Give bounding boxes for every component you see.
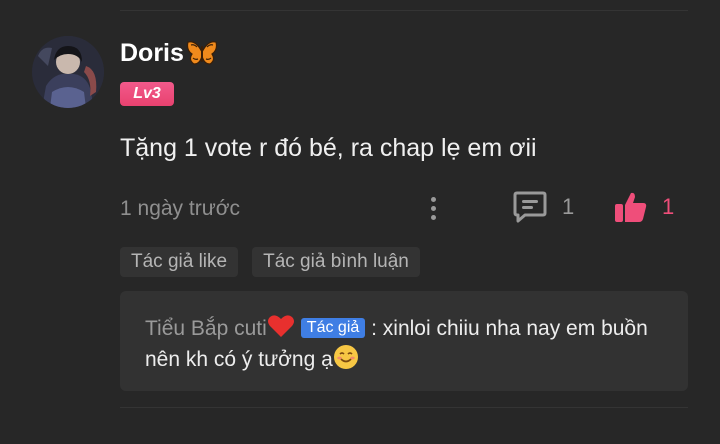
more-vertical-icon-dot	[430, 205, 436, 211]
comment-text: Tặng 1 vote r đó bé, ra chap lẹ em ơii	[120, 134, 537, 162]
more-vertical-icon	[430, 196, 436, 202]
heart-icon	[267, 315, 294, 337]
level-badge: Lv3	[120, 82, 174, 106]
butterfly-icon	[186, 41, 218, 65]
reply-author[interactable]: Tiểu Bắp cuti	[145, 317, 267, 340]
reply-count: 1	[562, 194, 575, 219]
reply-box[interactable]: Tiểu Bắp cuti Tác giả : xinloi chiiu nha …	[120, 291, 688, 391]
like-count: 1	[662, 194, 675, 219]
bottom-divider	[120, 407, 688, 408]
more-vertical-icon-dot	[430, 214, 436, 220]
tag-list: Tác giả like Tác giả bình luận	[120, 247, 420, 277]
smile-emoji-icon	[333, 345, 358, 369]
author-badge: Tác giả	[300, 318, 366, 338]
more-options-button[interactable]	[422, 192, 444, 224]
username[interactable]: Doris	[120, 38, 218, 68]
username-text: Doris	[120, 38, 184, 67]
comment-icon	[513, 191, 547, 223]
tag-author-like[interactable]: Tác giả like	[120, 247, 239, 277]
reply-separator: :	[365, 317, 383, 340]
timestamp: 1 ngày trước	[120, 197, 241, 220]
thumbs-up-icon	[615, 192, 647, 222]
like-button[interactable]: 1	[614, 191, 674, 223]
tag-author-commented[interactable]: Tác giả bình luận	[252, 247, 420, 277]
top-divider	[120, 10, 688, 11]
avatar[interactable]	[32, 36, 104, 108]
avatar-image	[32, 36, 104, 108]
reply-button[interactable]: 1	[512, 190, 574, 224]
